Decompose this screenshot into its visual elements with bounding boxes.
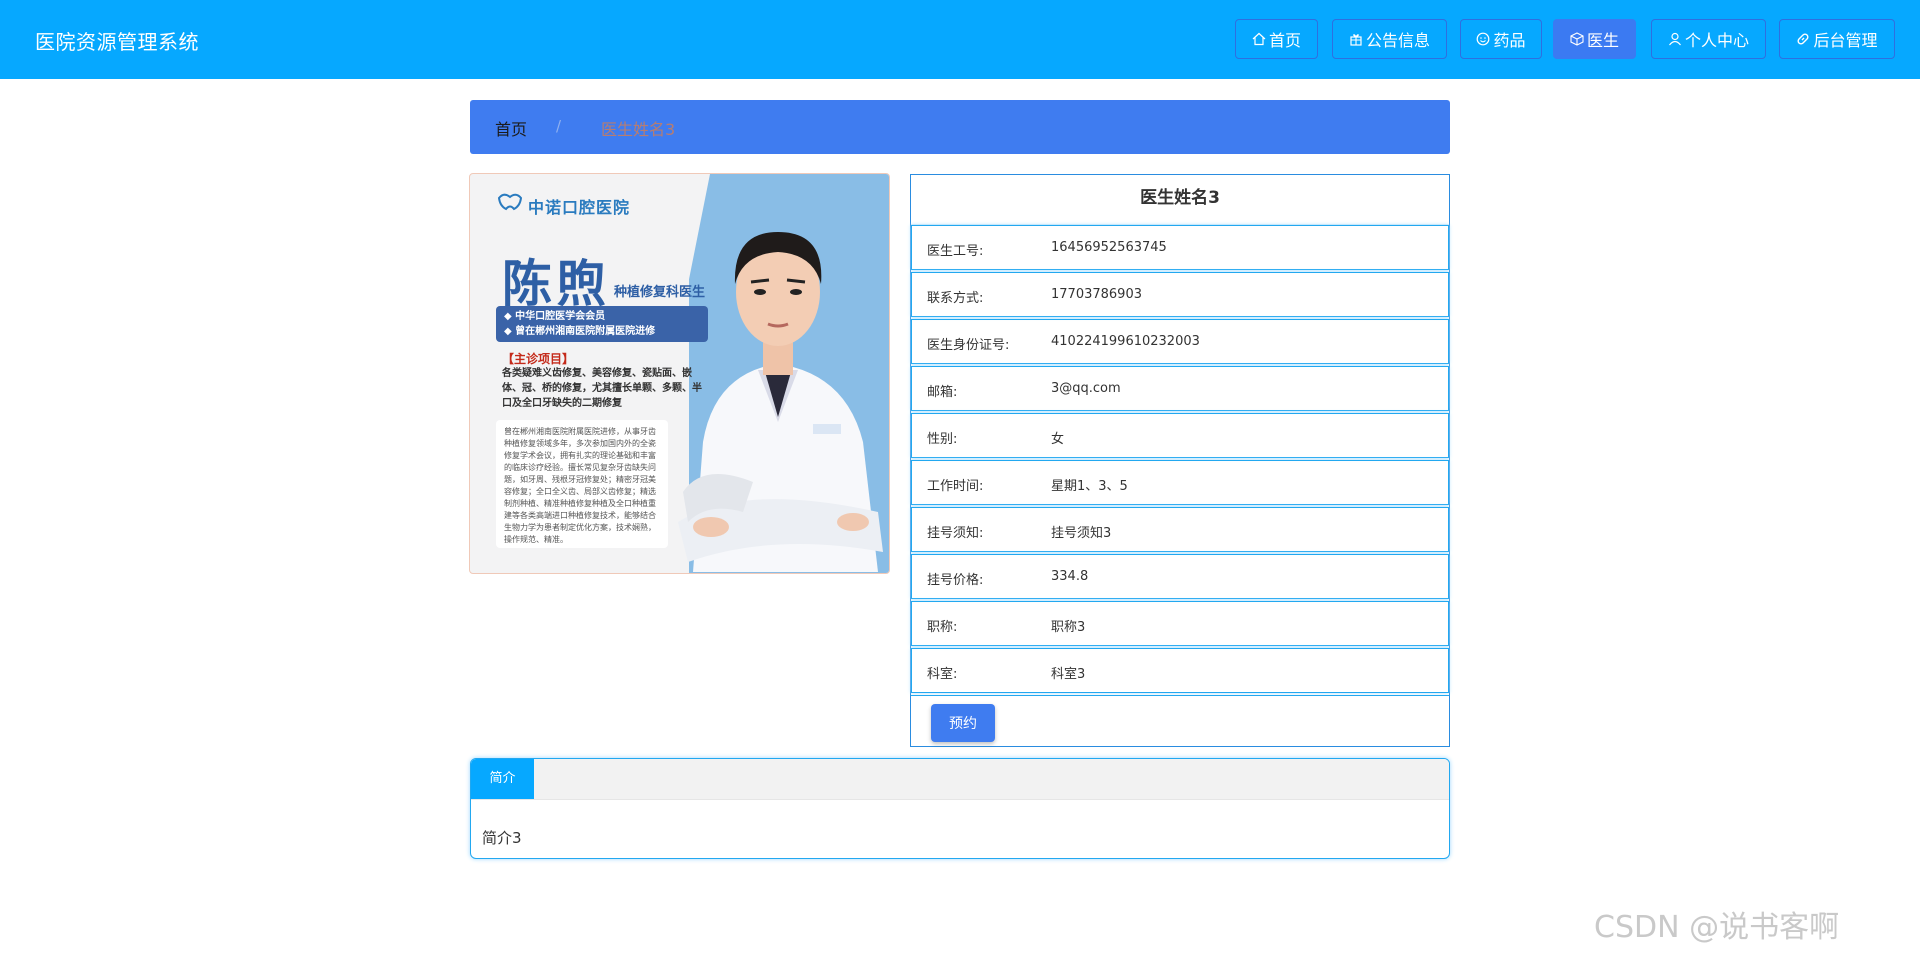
breadcrumb: 首页 / 医生姓名3 [470,100,1450,154]
info-row-department: 科室: 科室3 [911,648,1449,693]
tab-intro[interactable]: 简介 [471,759,534,799]
watermark: CSDN @说书客啊 [1594,910,1840,945]
breadcrumb-separator: / [556,117,562,135]
book-row: 预约 [911,695,1449,745]
info-row-id-number: 医生身份证号: 410224199610232003 [911,319,1449,364]
info-label: 职称: [927,620,958,635]
user-icon [1669,32,1681,46]
nav-announcements-label: 公告信息 [1365,31,1430,50]
poster-section-title: 【主诊项目】 [502,352,575,366]
info-value: 17703786903 [1051,287,1142,302]
info-row-registration-notice: 挂号须知: 挂号须知3 [911,507,1449,552]
intro-content: 简介3 [482,829,522,847]
info-label: 邮箱: [927,385,958,400]
nav-home-label: 首页 [1268,31,1301,50]
doctor-name-title: 医生姓名3 [911,175,1449,225]
nav-admin[interactable]: 后台管理 [1779,19,1895,59]
intro-tab-bar: 简介 [471,759,1449,800]
box-icon [1570,32,1584,46]
info-value: 3@qq.com [1051,381,1121,396]
nav-medicine-label: 药品 [1493,31,1526,50]
info-label: 医生身份证号: [927,338,1010,353]
poster-description: 曾在郴州湘南医院附属医院进修，从事牙齿种植修复领域多年，多次参加国内外的全瓷修复… [496,420,668,548]
nav-profile-label: 个人中心 [1684,31,1749,50]
top-navbar: 医院资源管理系统 首页 公告信息 药品 医生 个人中心 后台管理 [0,0,1920,79]
nav-home[interactable]: 首页 [1235,19,1318,59]
tooth-logo-icon [497,193,523,211]
intro-panel: 简介 简介3 [470,758,1450,859]
nav-profile[interactable]: 个人中心 [1651,19,1766,59]
info-label: 科室: [927,667,958,682]
app-title: 医院资源管理系统 [35,30,199,54]
info-row-title: 职称: 职称3 [911,601,1449,646]
link-icon [1797,33,1809,45]
info-row-email: 邮箱: 3@qq.com [911,366,1449,411]
info-value: 334.8 [1051,569,1089,584]
info-row-gender: 性别: 女 [911,413,1449,458]
info-value: 女 [1051,432,1065,447]
info-label: 联系方式: [927,291,984,306]
breadcrumb-home[interactable]: 首页 [495,116,527,140]
nav-admin-label: 后台管理 [1813,31,1878,50]
info-row-work-time: 工作时间: 星期1、3、5 [911,460,1449,505]
info-label: 挂号价格: [927,573,984,588]
smile-icon [1477,32,1490,46]
home-icon [1252,32,1266,46]
book-appointment-button[interactable]: 预约 [931,704,995,742]
hospital-name: 中诺口腔医院 [528,198,631,217]
info-row-employee-id: 医生工号: 16456952563745 [911,225,1449,270]
info-value: 16456952563745 [1051,240,1167,255]
info-value: 星期1、3、5 [1051,479,1128,494]
info-row-price: 挂号价格: 334.8 [911,554,1449,599]
gift-icon [1350,34,1362,46]
info-label: 性别: [927,432,958,447]
nav-medicine[interactable]: 药品 [1460,19,1542,59]
nav-doctor[interactable]: 医生 [1553,19,1636,59]
doctor-portrait-icon [678,232,883,572]
breadcrumb-current: 医生姓名3 [601,120,676,139]
info-value: 410224199610232003 [1051,334,1200,349]
nav-doctor-label: 医生 [1586,31,1619,50]
info-label: 挂号须知: [927,526,984,541]
info-label: 医生工号: [927,244,984,259]
nav-announcements[interactable]: 公告信息 [1332,19,1447,59]
doctor-info-panel: 医生姓名3 医生工号: 16456952563745 联系方式: 1770378… [910,174,1450,747]
info-label: 工作时间: [927,479,984,494]
info-row-phone: 联系方式: 17703786903 [911,272,1449,317]
info-value: 职称3 [1051,620,1086,635]
info-value: 挂号须知3 [1051,526,1112,541]
doctor-photo: 中诺口腔医院 陈煦 种植修复科医生 ◆ 中华口腔医学会会员 ◆ 曾在郴州湘南医院… [469,173,890,574]
info-value: 科室3 [1051,667,1086,682]
